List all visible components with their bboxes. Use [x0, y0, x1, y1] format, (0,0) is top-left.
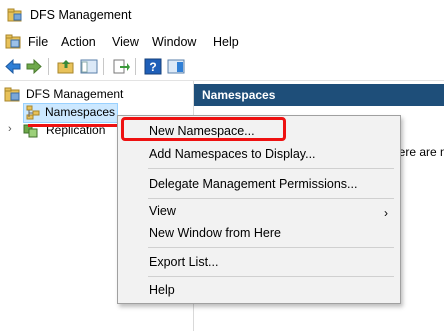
tree-item-namespaces[interactable]: Namespaces [23, 103, 118, 123]
result-pane-header: Namespaces [194, 84, 444, 106]
forward-arrow-icon[interactable] [25, 58, 43, 75]
toolbar-divider [103, 58, 104, 75]
namespaces-icon [26, 105, 40, 120]
submenu-arrow-icon: › [384, 206, 388, 220]
console-icon[interactable] [5, 34, 21, 49]
menu-item-new-window[interactable]: New Window from Here [149, 226, 281, 240]
toolbar: ? [0, 53, 444, 81]
show-hide-tree-icon[interactable] [80, 58, 98, 75]
export-list-icon[interactable] [112, 58, 130, 75]
expand-chevron-icon[interactable]: › [8, 123, 12, 135]
back-arrow-icon[interactable] [4, 58, 22, 75]
title-bar: DFS Management [0, 0, 444, 31]
menu-help[interactable]: Help [213, 35, 239, 49]
menu-item-help[interactable]: Help [149, 283, 175, 297]
menu-separator [148, 168, 394, 169]
menu-action[interactable]: Action [61, 35, 96, 49]
toolbar-divider [48, 58, 49, 75]
menu-separator [148, 276, 394, 277]
menu-item-view[interactable]: View [149, 204, 176, 218]
context-menu: New Namespace... Add Namespaces to Displ… [117, 115, 401, 304]
menu-item-delegate-permissions[interactable]: Delegate Management Permissions... [149, 177, 357, 191]
svg-text:?: ? [149, 60, 156, 74]
help-icon[interactable]: ? [144, 58, 162, 75]
tree-root-label: DFS Management [26, 87, 124, 101]
menu-separator [148, 198, 394, 199]
annotation-underline [28, 124, 128, 127]
dfs-app-icon [7, 8, 22, 22]
menu-window[interactable]: Window [152, 35, 196, 49]
menu-separator [148, 247, 394, 248]
menu-bar: File Action View Window Help [0, 31, 444, 53]
up-folder-icon[interactable] [57, 58, 75, 75]
tree-item-label: Namespaces [45, 105, 116, 119]
menu-file[interactable]: File [28, 35, 48, 49]
menu-item-add-namespaces[interactable]: Add Namespaces to Display... [149, 147, 316, 161]
annotation-highlight-box [121, 117, 286, 141]
result-pane-title: Namespaces [202, 88, 276, 102]
menu-view[interactable]: View [112, 35, 139, 49]
tree-item-dfs-management[interactable]: DFS Management [4, 85, 189, 103]
properties-pane-icon[interactable] [167, 58, 185, 75]
dfs-management-icon [4, 87, 20, 102]
toolbar-divider [135, 58, 136, 75]
window-title: DFS Management [30, 8, 132, 22]
menu-item-export-list[interactable]: Export List... [149, 255, 218, 269]
